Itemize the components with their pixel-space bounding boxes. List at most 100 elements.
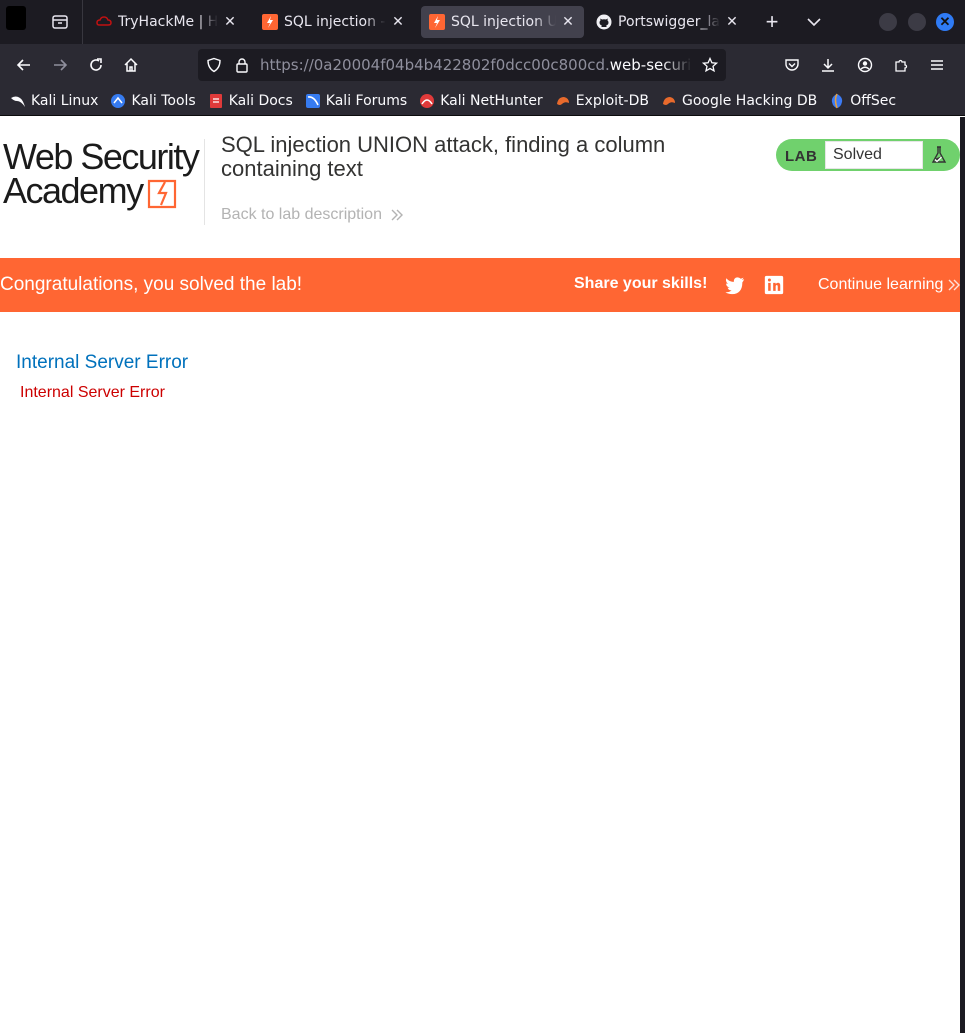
bookmark-label: Google Hacking DB: [681, 92, 818, 109]
tab-label: TryHackMe | Hac: [118, 14, 218, 30]
url-text[interactable]: https://0a20004f04b4b422802f0dcc00c800cd…: [260, 56, 692, 74]
bookmark-offsec[interactable]: OffSec: [829, 93, 896, 109]
bookmark-kali-linux[interactable]: Kali Linux: [10, 93, 98, 109]
lab-label: LAB: [785, 148, 818, 165]
congratulations-message: Congratulations, you solved the lab!: [0, 274, 303, 295]
tab-label: SQL injection UN: [451, 14, 556, 30]
logo-text-line2: Academy: [3, 170, 144, 211]
chevron-down-icon: [807, 18, 821, 27]
tab-label: SQL injection - P: [284, 14, 386, 30]
bookmark-kali-nethunter[interactable]: Kali NetHunter: [419, 92, 543, 109]
web-page: Web Security Academy SQL injection UNION…: [0, 117, 961, 1033]
bookmark-exploit-db[interactable]: Exploit-DB: [555, 93, 649, 109]
extensions-button[interactable]: [889, 53, 913, 77]
header-divider: [204, 139, 205, 225]
firefox-view-button[interactable]: [46, 10, 74, 34]
lab-status-badge: LAB Solved: [776, 139, 960, 171]
navigation-toolbar: https://0a20004f04b4b422802f0dcc00c800cd…: [0, 44, 965, 86]
continue-learning-link[interactable]: Continue learning: [818, 276, 961, 294]
web-security-academy-logo[interactable]: Web Security Academy: [3, 139, 203, 211]
maximize-button[interactable]: [908, 13, 926, 31]
error-title: Internal Server Error: [16, 352, 189, 373]
close-tab-icon[interactable]: ✕: [724, 14, 740, 30]
bookmark-label: Kali Docs: [228, 92, 293, 109]
reload-icon: [90, 58, 102, 71]
account-icon: [857, 57, 873, 73]
url-prefix: https://0a20004f04b4b422802f0dcc00c800cd…: [260, 56, 610, 74]
plus-icon: +: [765, 9, 779, 34]
reload-button[interactable]: [84, 53, 108, 77]
double-chevron-right-icon: [391, 209, 403, 221]
arrow-left-icon: [16, 59, 30, 71]
share-skills-label: Share your skills!: [574, 275, 708, 292]
firefox-view-icon: [52, 15, 68, 29]
close-icon: ✕: [939, 14, 951, 29]
home-button[interactable]: [119, 53, 143, 77]
close-tab-icon[interactable]: ✕: [560, 14, 576, 30]
ghdb-icon: [661, 93, 677, 109]
bookmark-google-hacking-db[interactable]: Google Hacking DB: [661, 93, 817, 109]
lock-icon[interactable]: [234, 57, 250, 73]
tab-sql-injection-union[interactable]: SQL injection UN ✕: [421, 6, 584, 38]
hamburger-icon: [931, 60, 943, 70]
tab-sql-injection[interactable]: SQL injection - P ✕: [254, 6, 414, 38]
bookmark-label: Exploit-DB: [575, 92, 649, 109]
tryhackme-icon: [96, 14, 112, 30]
bookmark-kali-docs[interactable]: Kali Docs: [208, 93, 293, 109]
kali-tools-icon: [110, 93, 126, 109]
lab-solved-banner: Congratulations, you solved the lab! Sha…: [0, 258, 961, 312]
bookmarks-toolbar: Kali Linux Kali Tools Kali Docs Kali For…: [0, 86, 965, 116]
puzzle-icon: [895, 59, 908, 72]
close-window-button[interactable]: ✕: [936, 13, 954, 31]
star-icon[interactable]: [702, 57, 718, 73]
kali-docs-icon: [208, 93, 224, 109]
app-menu-button[interactable]: [925, 53, 949, 77]
list-all-tabs-button[interactable]: [802, 10, 826, 34]
portswigger-icon: [429, 14, 445, 30]
twitter-icon[interactable]: [725, 275, 745, 295]
flask-icon: [931, 146, 947, 163]
offsec-icon: [829, 93, 845, 109]
bookmark-kali-tools[interactable]: Kali Tools: [110, 92, 196, 109]
bookmark-label: Kali Forums: [325, 92, 408, 109]
kali-dragon-icon: [10, 93, 26, 109]
tab-label: Portswigger_lab: [618, 14, 720, 30]
url-domain: web-security-ac: [609, 56, 692, 74]
lab-status: Solved: [825, 141, 923, 169]
kali-forums-icon: [305, 93, 321, 109]
bookmark-kali-forums[interactable]: Kali Forums: [305, 93, 407, 109]
address-bar[interactable]: https://0a20004f04b4b422802f0dcc00c800cd…: [198, 49, 726, 81]
close-tab-icon[interactable]: ✕: [222, 14, 238, 30]
bookmark-label: Kali NetHunter: [440, 92, 543, 109]
close-tab-icon[interactable]: ✕: [390, 14, 406, 30]
bookmark-label: Kali Tools: [131, 92, 196, 109]
downloads-button[interactable]: [816, 53, 840, 77]
back-button[interactable]: [12, 53, 36, 77]
window-right-edge: [960, 117, 965, 1033]
arrow-right-icon: [54, 59, 68, 71]
tab-tryhackme[interactable]: TryHackMe | Hac ✕: [88, 6, 246, 38]
continue-learning-label: Continue learning: [818, 276, 944, 293]
logo-bolt-icon: [147, 179, 177, 209]
pocket-icon: [785, 59, 799, 71]
window-menu[interactable]: [0, 0, 40, 44]
lab-title: SQL injection UNION attack, finding a co…: [221, 132, 666, 181]
github-icon: [596, 14, 612, 30]
back-link-label: Back to lab description: [221, 206, 382, 223]
pocket-button[interactable]: [780, 53, 804, 77]
forward-button[interactable]: [48, 53, 72, 77]
linkedin-icon[interactable]: [764, 275, 784, 295]
tab-github[interactable]: Portswigger_lab ✕: [588, 6, 748, 38]
home-icon: [124, 57, 138, 72]
back-to-description-link[interactable]: Back to lab description: [221, 206, 404, 224]
minimize-button[interactable]: [879, 13, 897, 31]
error-message: Internal Server Error: [20, 384, 165, 401]
download-icon: [822, 59, 834, 72]
bookmark-label: Kali Linux: [31, 92, 99, 109]
shield-icon[interactable]: [206, 57, 222, 73]
bookmark-label: OffSec: [850, 92, 897, 109]
account-button[interactable]: [853, 53, 877, 77]
kali-nethunter-icon: [419, 93, 435, 109]
new-tab-button[interactable]: +: [760, 9, 784, 34]
tab-bar: TryHackMe | Hac ✕ SQL injection - P ✕ SQ…: [0, 0, 965, 44]
